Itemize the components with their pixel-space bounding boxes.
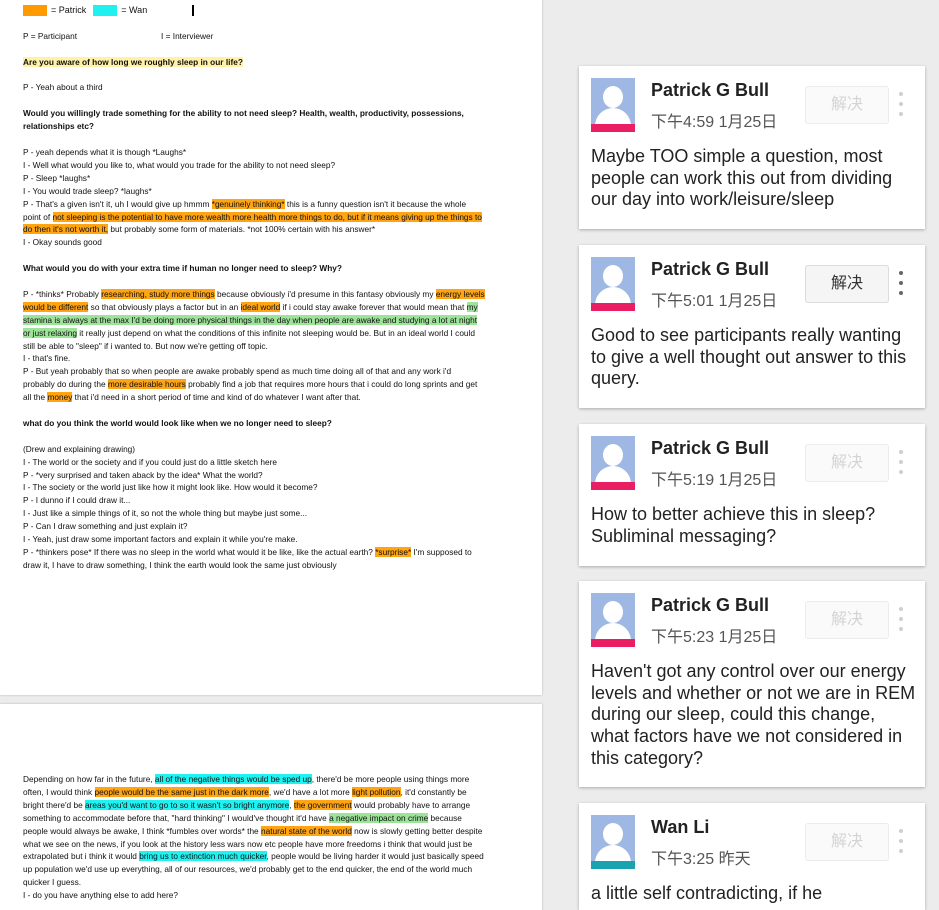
comment-text: Good to see participants really wanting … (591, 325, 907, 389)
highlight-patrick[interactable]: the government (293, 799, 352, 810)
comment-card[interactable]: Patrick G Bull 下午4:59 1月25日 解决 Maybe TOO… (579, 66, 925, 229)
comment-author: Wan Li (651, 817, 710, 837)
document-body: Depending on how far in the future, all … (23, 773, 485, 902)
comment-author: Patrick G Bull (651, 80, 770, 100)
more-vert-icon[interactable] (897, 607, 905, 631)
text-cursor (192, 4, 195, 16)
highlight-patrick[interactable]: natural state of the world (260, 825, 352, 836)
dialogue-line: P - Sleep *laughs* (23, 172, 91, 183)
comment-author: Patrick G Bull (651, 259, 770, 279)
comment-text: Maybe TOO simple a question, most people… (591, 146, 893, 210)
comment-timestamp: 下午5:19 1月25日 (651, 472, 778, 489)
highlight-patrick[interactable]: *genuinely thinking* (211, 198, 285, 209)
highlight-patrick[interactable]: light pollution (352, 786, 401, 797)
dialogue-line: I - The world or the society and if you … (23, 456, 277, 467)
person-avatar-icon (591, 257, 635, 311)
highlight-wan[interactable]: bring us to extinction much quicker (139, 851, 267, 862)
comment-card[interactable]: Patrick G Bull 下午5:23 1月25日 解决 Haven't g… (579, 581, 925, 787)
dialogue-line: I - Just like a simple things of it, so … (23, 508, 308, 519)
role-interviewer: I = Interviewer (161, 30, 214, 41)
highlight-patrick[interactable]: researching, study more things (101, 288, 215, 299)
person-avatar-icon (591, 593, 635, 647)
dialogue-line: P - Can I draw something and just explai… (23, 521, 188, 532)
comment-timestamp: 下午5:01 1月25日 (651, 293, 778, 310)
dialogue-line: P - That's a given isn't it, uh I would … (23, 198, 482, 235)
person-avatar-icon (591, 78, 635, 132)
highlight-patrick[interactable]: more desirable hours (107, 379, 186, 390)
dialogue-line: I - Okay sounds good (23, 237, 102, 248)
question-1[interactable]: Are you aware of how long we roughly sle… (23, 56, 485, 69)
highlight-patrick[interactable]: money (47, 392, 73, 403)
comment-timestamp: 下午5:23 1月25日 (651, 629, 778, 646)
document-page-1: = Patrick = Wan P = Participant I = Inte… (0, 0, 542, 695)
dialogue-line: P - yeah depends what it is though *Laug… (23, 146, 187, 157)
dialogue-line: I - You would trade sleep? *laughs* (23, 185, 152, 196)
person-avatar-icon (591, 436, 635, 490)
dialogue-line: I - do you have anything else to add her… (23, 890, 178, 901)
dialogue-line: I - that's fine. (23, 353, 71, 364)
highlight-wan[interactable]: areas you'd want to go to so it wasn't s… (85, 799, 290, 810)
dialogue-line: P - But yeah probably that so when peopl… (23, 366, 478, 403)
document-page-2: Depending on how far in the future, all … (0, 704, 542, 910)
dialogue-line: I - Yeah, just draw some important facto… (23, 534, 298, 545)
comment-text: How to better achieve this in sleep? Sub… (591, 504, 876, 546)
more-vert-icon[interactable] (897, 271, 905, 295)
dialogue-line: P - *thinks* Probably researching, study… (23, 288, 485, 351)
document-body: = Patrick = Wan P = Participant I = Inte… (23, 3, 485, 572)
more-vert-icon[interactable] (897, 92, 905, 116)
highlight-wan[interactable]: all of the negative things would be sped… (154, 774, 312, 784)
dialogue-line: P - I dunno if I could draw it... (23, 495, 131, 506)
patrick-color-swatch (23, 4, 47, 16)
highlight-patrick[interactable]: ideal world (240, 301, 281, 312)
question-3: What would you do with your extra time i… (23, 263, 342, 274)
comment-author: Patrick G Bull (651, 438, 770, 458)
person-avatar-icon (591, 815, 635, 869)
resolve-button[interactable]: 解决 (805, 86, 889, 124)
legend-wan: = Wan (121, 4, 148, 15)
wan-color-swatch (93, 4, 118, 16)
comment-timestamp: 下午4:59 1月25日 (651, 114, 778, 131)
resolve-button[interactable]: 解决 (805, 601, 889, 639)
comment-timestamp: 下午3:25 昨天 (651, 851, 751, 868)
comment-text: a little self contradicting, if he (591, 883, 823, 903)
comment-anchor-1[interactable]: Are you aware of how long we roughly sle… (23, 56, 243, 67)
comment-author: Patrick G Bull (651, 595, 770, 615)
comment-card[interactable]: Patrick G Bull 下午5:01 1月25日 解决 Good to s… (579, 245, 925, 408)
dialogue-line: I - The society or the world just like h… (23, 482, 318, 493)
more-vert-icon[interactable] (897, 829, 905, 853)
resolve-button[interactable]: 解决 (805, 265, 889, 303)
dialogue-line: I - Well what would you like to, what wo… (23, 159, 336, 170)
dialogue-line: (Drew and explaining drawing) (23, 443, 136, 454)
role-participant: P = Participant (23, 30, 78, 41)
dialogue-line: Depending on how far in the future, all … (23, 774, 484, 888)
more-vert-icon[interactable] (897, 450, 905, 474)
resolve-button[interactable]: 解决 (805, 444, 889, 482)
answer-1: P - Yeah about a third (23, 82, 103, 93)
highlight-patrick[interactable]: *surprise* (375, 547, 412, 558)
comment-card[interactable]: Patrick G Bull 下午5:19 1月25日 解决 How to be… (579, 424, 925, 566)
highlight-patrick[interactable]: people would be the same just in the dar… (94, 786, 269, 797)
role-key: P = Participant I = Interviewer (23, 30, 485, 43)
highlight-comment[interactable]: a negative impact on crime (329, 812, 429, 823)
question-4: what do you think the world would look l… (23, 417, 332, 428)
comment-text: Haven't got any control over our energy … (591, 661, 916, 768)
highlight-legend: = Patrick = Wan (23, 3, 485, 17)
comment-card[interactable]: Wan Li 下午3:25 昨天 解决 a little self contra… (579, 803, 925, 910)
resolve-button[interactable]: 解决 (805, 823, 889, 861)
dialogue-line: P - *very surprised and taken aback by t… (23, 469, 263, 480)
dialogue-line: P - *thinkers pose* If there was no slee… (23, 547, 472, 570)
question-2: Would you willingly trade something for … (23, 108, 464, 132)
legend-patrick: = Patrick (51, 4, 87, 15)
